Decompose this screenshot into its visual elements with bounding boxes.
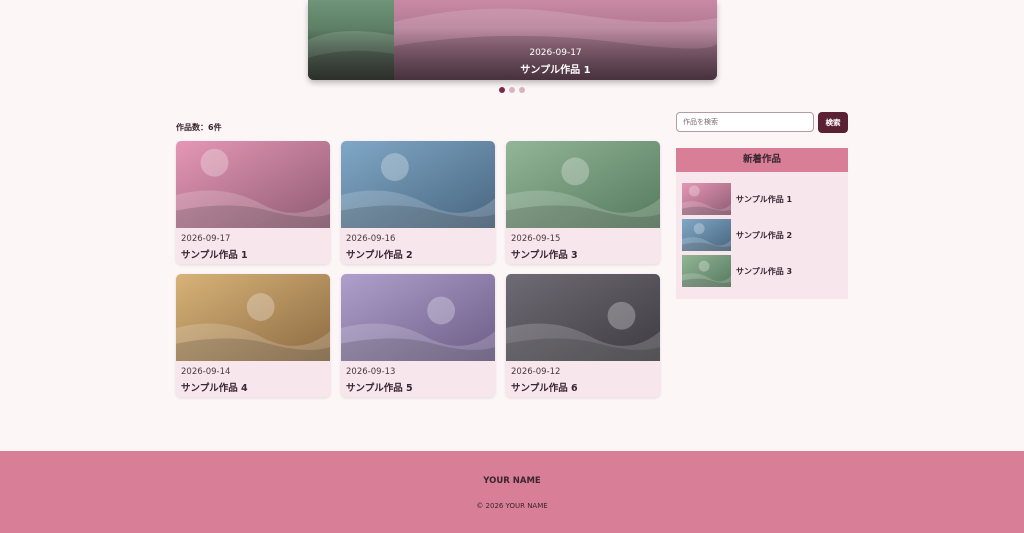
work-title: サンプル作品 6 (511, 383, 578, 394)
work-card[interactable]: 2026-09-15 サンプル作品 3 (506, 141, 660, 264)
recent-work-thumbnail (682, 183, 731, 215)
work-card[interactable]: 2026-09-12 サンプル作品 6 (506, 274, 660, 397)
work-date: 2026-09-13 (346, 367, 396, 377)
recent-work-thumbnail (682, 255, 731, 287)
work-thumbnail (176, 274, 330, 361)
work-date: 2026-09-12 (511, 367, 561, 377)
work-thumbnail (341, 141, 495, 228)
slider-dot-1[interactable] (499, 87, 505, 93)
recent-work-item[interactable]: サンプル作品 2 (682, 219, 842, 253)
recent-work-title: サンプル作品 3 (736, 267, 793, 276)
slide-title: サンプル作品 1 (520, 65, 591, 76)
work-date: 2026-09-14 (181, 367, 231, 377)
work-card[interactable]: 2026-09-13 サンプル作品 5 (341, 274, 495, 397)
work-thumbnail (506, 274, 660, 361)
recent-work-item[interactable]: サンプル作品 3 (682, 255, 842, 289)
work-title: サンプル作品 3 (511, 250, 578, 261)
works-count: 作品数：6件 (176, 123, 222, 132)
slider-dot-3[interactable] (519, 87, 525, 93)
footer-copyright: © 2026 YOUR NAME (476, 502, 548, 510)
work-date: 2026-09-16 (346, 234, 396, 244)
slider-dot-2[interactable] (509, 87, 515, 93)
slider-dots (0, 87, 1024, 93)
work-card[interactable]: 2026-09-16 サンプル作品 2 (341, 141, 495, 264)
search-input[interactable] (676, 112, 814, 132)
work-date: 2026-09-15 (511, 234, 561, 244)
work-thumbnail (341, 274, 495, 361)
work-title: サンプル作品 5 (346, 383, 413, 394)
work-card[interactable]: 2026-09-17 サンプル作品 1 (176, 141, 330, 264)
work-title: サンプル作品 4 (181, 383, 248, 394)
footer: YOUR NAME © 2026 YOUR NAME (0, 451, 1024, 533)
recent-work-thumbnail (682, 219, 731, 251)
recent-works-heading: 新着作品 (676, 148, 848, 172)
work-title: サンプル作品 1 (181, 250, 248, 261)
recent-work-title: サンプル作品 2 (736, 231, 793, 240)
work-date: 2026-09-17 (181, 234, 231, 244)
work-thumbnail (506, 141, 660, 228)
recent-work-item[interactable]: サンプル作品 1 (682, 183, 842, 217)
work-title: サンプル作品 2 (346, 250, 413, 261)
recent-works-panel: 新着作品 サンプル作品 1 サンプル作品 2 サンプル作品 3 (676, 148, 848, 299)
work-thumbnail (176, 141, 330, 228)
search-button[interactable]: 検索 (818, 112, 848, 133)
footer-site-name: YOUR NAME (483, 476, 541, 486)
work-card[interactable]: 2026-09-14 サンプル作品 4 (176, 274, 330, 397)
hero-slider[interactable]: 2026-09-17 サンプル作品 1 (308, 0, 717, 80)
slide-date: 2026-09-17 (529, 48, 582, 58)
recent-work-title: サンプル作品 1 (736, 195, 793, 204)
